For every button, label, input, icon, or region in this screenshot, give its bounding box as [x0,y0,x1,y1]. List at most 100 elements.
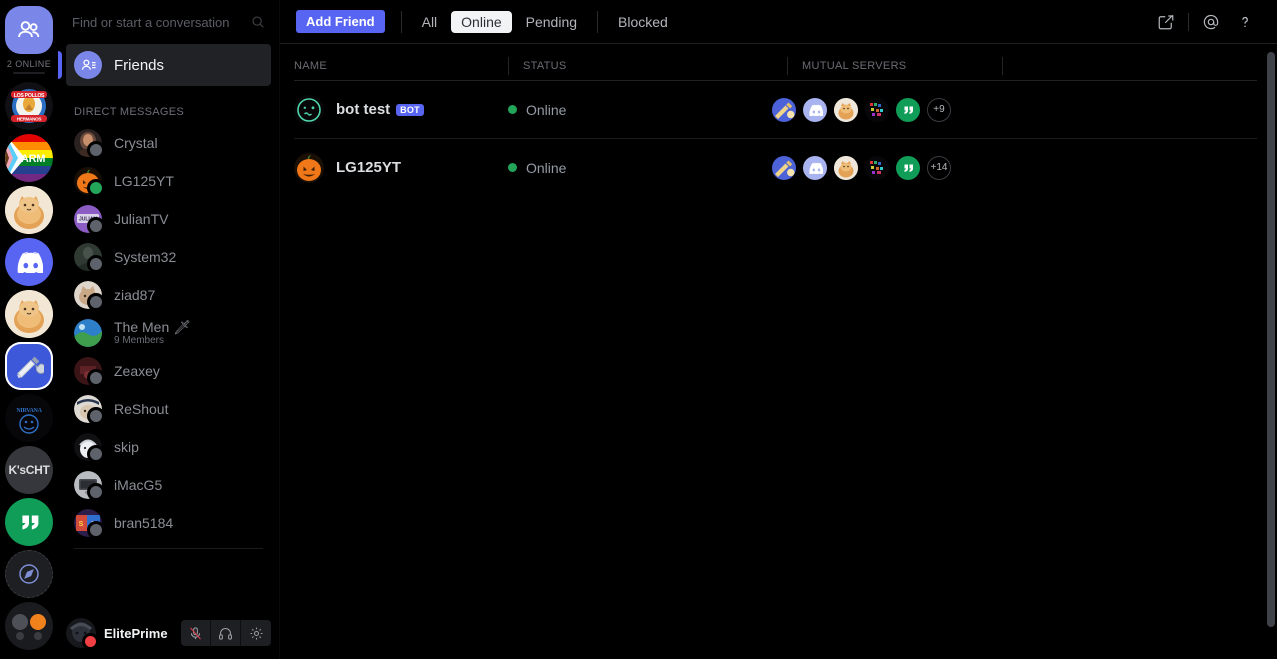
column-divider [508,57,509,75]
avatar: S 2 [74,509,105,539]
tools-wrench-mini [775,160,795,177]
dm-item-ziad87[interactable]: ziad87 [66,276,271,314]
mutual-servers-cell: +9 [772,97,951,122]
server-rail: 2 ONLINE LOS POLLOS HERMANOS ARM NIRVANA… [0,0,58,659]
nirvana-smiley-art: NIRVANA [5,394,53,442]
dm-item-the-men[interactable]: The Men 🗡 9 Members [66,314,271,352]
avatar-woozy-face [294,94,324,125]
server-icon-kscht[interactable]: K'sCHT [5,446,53,494]
mutual-servers-cell: +14 [772,155,951,180]
server-icon-green-quotes[interactable] [5,498,53,546]
server-label-kscht: K'sCHT [8,463,50,477]
friend-name-cell: LG125YT [294,152,508,183]
server-icon-pixel-dark[interactable] [865,97,889,122]
svg-text:ARM: ARM [21,153,45,165]
table-row[interactable]: LG125YT Online +14 [280,139,1257,196]
pixel-dark-mini [865,155,889,180]
search-input[interactable]: Find or start a conversation [68,9,269,35]
inbox-mentions-button[interactable] [1195,6,1227,38]
dm-list-scroll[interactable]: Friends DIRECT MESSAGES Crystal LG125YT … [58,44,279,607]
server-icon-dots[interactable] [5,602,53,650]
status-badge [87,141,105,159]
server-icon-cat-bread[interactable] [834,155,858,180]
explore-public-servers-button[interactable] [5,550,53,598]
avatar-pumpkin [294,152,324,183]
online-count-label: 2 ONLINE [6,59,52,69]
server-icon-cat-bread[interactable] [834,97,858,122]
user-settings-button[interactable] [241,620,271,646]
avatar [74,433,105,463]
dm-item-members-count: 9 Members [114,335,165,346]
friends-topbar: Add Friend All Online Pending Blocked [280,0,1277,44]
new-dm-button[interactable] [1150,6,1182,38]
dots-art [12,614,46,640]
mutual-servers-overflow[interactable]: +14 [927,155,951,180]
green-quotes-art [22,515,39,530]
scrollbar-thumb[interactable] [1267,52,1275,627]
home-friends-button[interactable] [5,6,53,54]
dm-item-label: Crystal [114,135,158,151]
server-icon-tools-wrench[interactable] [5,342,53,390]
avatar: JULIAN [74,205,105,235]
server-icon-pixel-dark[interactable] [865,155,889,180]
dm-item-skip[interactable]: skip [66,428,271,466]
dm-item-label: LG125YT [114,173,174,189]
discord-logo-icon [17,251,43,273]
friend-status-cell: Online [508,102,772,118]
avatar [74,357,105,387]
add-friend-button[interactable]: Add Friend [296,10,385,33]
status-badge [87,255,105,273]
bot-badge: BOT [396,103,424,116]
column-header-name: NAME [294,60,327,72]
server-icon-cat-bread[interactable] [5,186,53,234]
avatar[interactable] [66,618,99,650]
deafen-button[interactable] [211,620,241,646]
server-icon-tools-wrench[interactable] [772,97,796,122]
tools-wrench-mini [775,102,795,119]
status-badge [87,179,105,197]
dm-item-juliantv[interactable]: JULIAN JulianTV [66,200,271,238]
rail-divider [13,72,45,74]
server-icon-discord-blurple[interactable] [5,238,53,286]
avatar [294,94,324,125]
dm-item-lg125yt[interactable]: LG125YT [66,162,271,200]
help-button[interactable] [1229,6,1261,38]
arm-rainbow-art: ARM [5,134,53,182]
status-badge [87,407,105,425]
user-panel-controls [181,620,271,646]
tab-all[interactable]: All [412,11,448,33]
sidebar-item-friends-label: Friends [114,56,165,74]
server-icon-cat-bread-2[interactable] [5,290,53,338]
dm-item-crystal[interactable]: Crystal [66,124,271,162]
tab-pending[interactable]: Pending [516,11,587,33]
server-icon-green-quotes[interactable] [896,155,920,180]
dm-item-system32[interactable]: System32 [66,238,271,276]
dm-sidebar: Find or start a conversation Friends DIR… [58,0,280,659]
dm-item-imacg5[interactable]: iMacG5 [66,466,271,504]
friends-table-header: NAME STATUS MUTUAL SERVERS [280,52,1277,80]
friend-status-text: Online [526,159,567,176]
server-icon-discord-blurple[interactable] [803,155,827,180]
status-badge [87,369,105,387]
dm-item-zeaxey[interactable]: Zeaxey [66,352,271,390]
friends-list-scrollbar[interactable] [1267,48,1275,655]
server-icon-tools-wrench[interactable] [772,155,796,180]
column-header-status: STATUS [523,60,567,72]
tab-online[interactable]: Online [451,10,512,33]
server-icon-los-pollos[interactable]: LOS POLLOS HERMANOS [5,82,53,130]
discord-logo-mini [808,162,823,174]
mute-microphone-button[interactable] [181,620,211,646]
sidebar-item-friends[interactable]: Friends [58,44,271,86]
server-icon-arm-rainbow[interactable]: ARM [5,134,53,182]
los-pollos-art: LOS POLLOS HERMANOS [5,82,53,130]
server-icon-discord-blurple[interactable] [803,97,827,122]
dm-item-reshout[interactable]: ReShout [66,390,271,428]
dm-item-bran5184[interactable]: S 2 bran5184 [66,504,271,542]
tab-blocked[interactable]: Blocked [608,11,678,33]
server-icon-green-quotes[interactable] [896,97,920,122]
mutual-servers-overflow[interactable]: +9 [927,97,951,122]
table-row[interactable]: bot test BOT Online +9 [280,81,1257,138]
server-icon-nirvana-smiley[interactable]: NIRVANA [5,394,53,442]
friend-status-text: Online [526,101,567,118]
dm-item-label: ReShout [114,401,169,417]
